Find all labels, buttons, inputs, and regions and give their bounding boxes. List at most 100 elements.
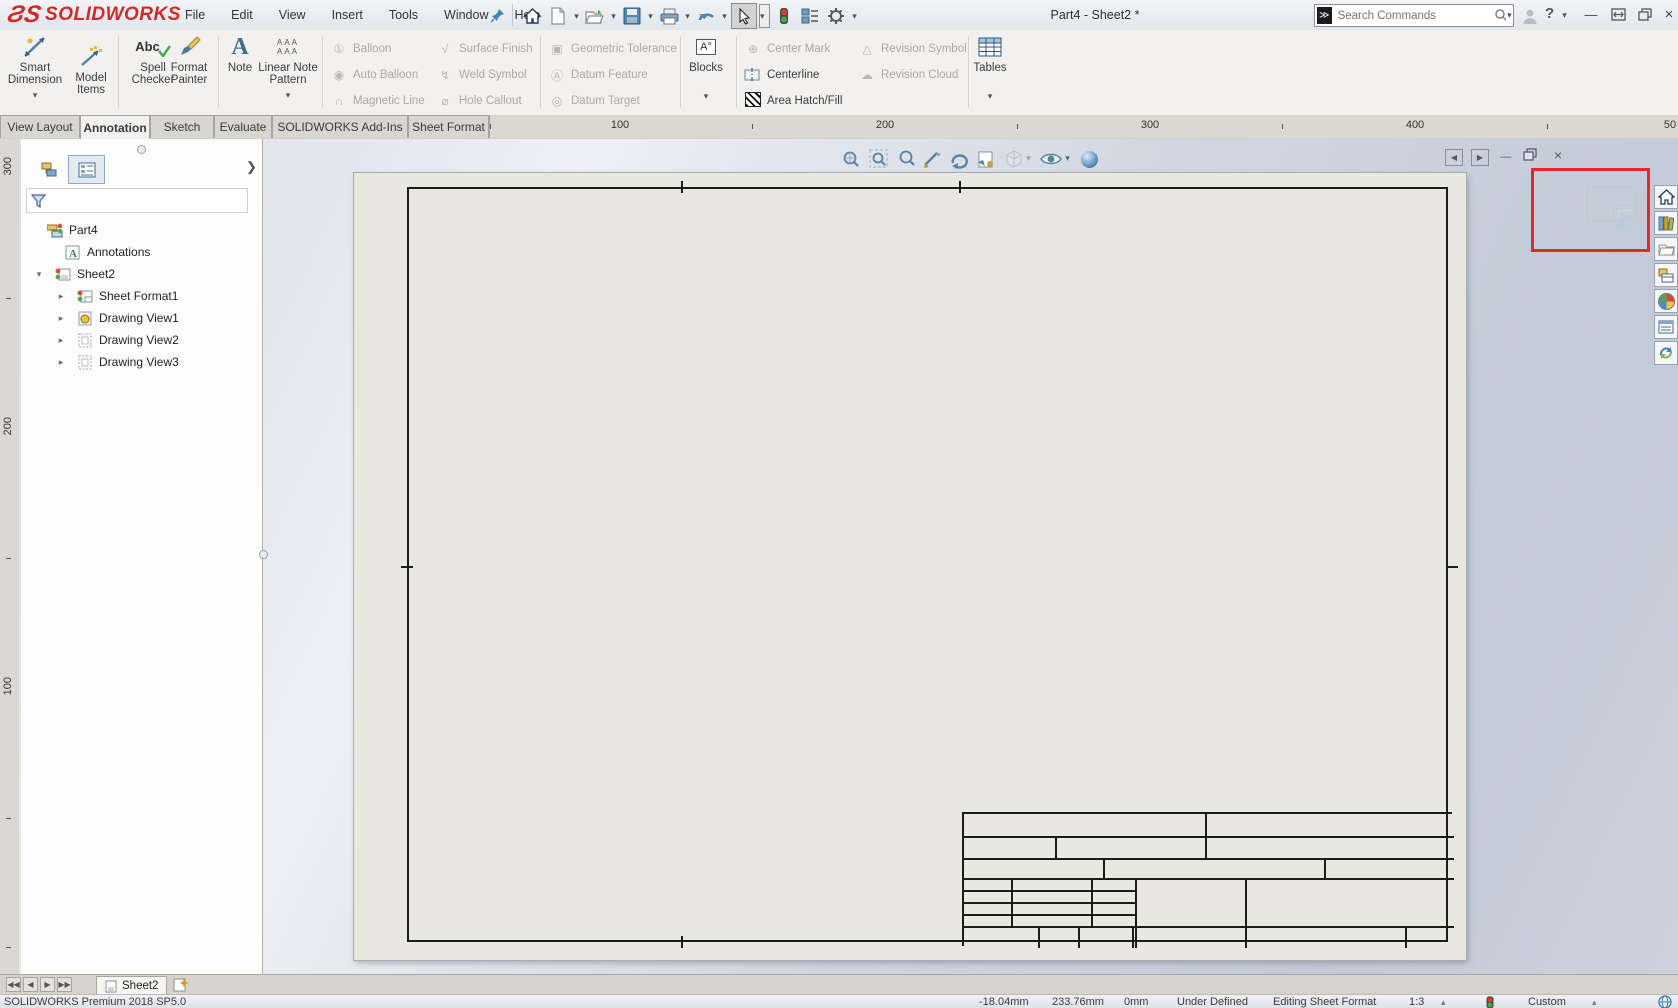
first-sheet-button[interactable]: ◀◀ [6, 977, 21, 992]
open-button[interactable] [583, 4, 607, 28]
sheet-tab-sheet2[interactable]: Sheet2 [96, 976, 167, 995]
tree-item-sheet-format1[interactable]: ▸ Sheet Format1 [55, 286, 178, 306]
tree-item-sheet2[interactable]: ▾ Sheet2 [33, 264, 115, 284]
help-icon[interactable]: ? [1545, 5, 1554, 22]
tree-item-drawing-view2[interactable]: ▸ Drawing View2 [55, 330, 179, 350]
file-properties-button[interactable] [798, 4, 822, 28]
window-close-button[interactable]: × [1656, 2, 1678, 26]
tab-sketch[interactable]: Sketch [150, 115, 214, 138]
expand-arrow-icon[interactable]: ▸ [55, 291, 67, 302]
menu-view[interactable]: View [266, 8, 319, 22]
print-button[interactable] [657, 4, 681, 28]
user-account-icon[interactable] [1518, 4, 1542, 28]
model-items-button[interactable]: Model Items [62, 44, 120, 96]
tables-button[interactable]: Tables ▾ [962, 34, 1018, 102]
expand-arrow-icon[interactable]: ▸ [55, 313, 67, 324]
undo-dropdown[interactable]: ▾ [720, 11, 729, 22]
tab-solidworks-add-ins[interactable]: SOLIDWORKS Add-Ins [272, 115, 408, 138]
view-settings-icon[interactable] [1077, 148, 1101, 170]
appearances-icon[interactable] [1654, 289, 1678, 313]
configuration-label[interactable]: Custom [1528, 995, 1566, 1008]
scale-popup-arrow[interactable]: ▴ [1441, 995, 1446, 1008]
tab-annotation[interactable]: Annotation [80, 115, 150, 139]
custom-properties-icon[interactable] [1654, 315, 1678, 339]
featuremanager-tree-tab[interactable] [31, 155, 68, 184]
menu-insert[interactable]: Insert [319, 8, 376, 22]
rotate-view-icon[interactable] [947, 148, 971, 170]
save-button[interactable] [620, 4, 644, 28]
open-dropdown[interactable]: ▾ [609, 11, 618, 22]
menu-file[interactable]: File [172, 8, 218, 22]
menu-tools[interactable]: Tools [376, 8, 431, 22]
tree-item-annotations[interactable]: A Annotations [65, 242, 150, 262]
zoom-icon[interactable] [895, 148, 919, 170]
save-dropdown[interactable]: ▾ [646, 11, 655, 22]
title-block[interactable] [962, 812, 1452, 946]
hide-show-dropdown[interactable]: ▾ [1063, 153, 1072, 164]
tree-filter-box[interactable] [26, 188, 248, 213]
help-dropdown[interactable]: ▾ [1560, 10, 1569, 21]
linear-note-pattern-dropdown[interactable]: ▾ [284, 89, 293, 101]
previous-window-icon[interactable]: ◀ [1445, 149, 1463, 166]
print-dropdown[interactable]: ▾ [683, 11, 692, 22]
child-restore-icon[interactable] [1523, 148, 1537, 161]
sheet-scale-label[interactable]: 1:3 [1409, 995, 1424, 1008]
view-palette-icon[interactable] [1654, 263, 1678, 287]
blocks-button[interactable]: A° Blocks ▾ [678, 34, 734, 102]
design-library-icon[interactable] [1654, 211, 1678, 235]
hide-show-items-icon[interactable] [1039, 148, 1063, 170]
options-gear-icon[interactable] [824, 4, 848, 28]
smart-dimension-dropdown[interactable]: ▾ [31, 89, 40, 101]
file-explorer-icon[interactable] [1654, 237, 1678, 261]
window-minimize-button[interactable]: — [1578, 2, 1604, 26]
tables-dropdown[interactable]: ▾ [986, 90, 995, 102]
select-tool-dropdown[interactable]: ▾ [759, 4, 770, 28]
add-sheet-button[interactable] [172, 977, 190, 993]
search-input[interactable] [1336, 9, 1494, 23]
zoom-to-fit-icon[interactable] [839, 148, 863, 170]
drawing-sheet[interactable] [354, 173, 1466, 960]
select-tool-button[interactable] [731, 3, 757, 29]
smart-dimension-button[interactable]: Smart Dimension ▾ [6, 34, 64, 101]
child-close-icon[interactable]: × [1549, 147, 1567, 163]
display-style-dropdown[interactable]: ▾ [1024, 153, 1033, 164]
window-restore-button[interactable] [1632, 2, 1658, 26]
tab-view-layout[interactable]: View Layout [0, 115, 80, 138]
new-document-button[interactable] [546, 4, 570, 28]
collapse-arrow-icon[interactable]: ▾ [33, 269, 45, 280]
child-minimize-icon[interactable]: — [1497, 149, 1515, 164]
solidworks-forum-icon[interactable] [1654, 341, 1678, 365]
menu-edit[interactable]: Edit [218, 8, 266, 22]
tab-sheet-format[interactable]: Sheet Format [408, 115, 489, 138]
graphics-area[interactable]: ▾ ▾ ◀ ▶ — × [19, 139, 1678, 974]
last-sheet-button[interactable]: ▶▶ [57, 977, 72, 992]
panel-splitter-handle[interactable] [259, 550, 268, 559]
expand-arrow-icon[interactable]: ▸ [55, 357, 67, 368]
pin-menu-icon[interactable] [486, 3, 510, 27]
next-window-icon[interactable]: ▶ [1471, 149, 1489, 166]
tree-item-part4[interactable]: Part4 [47, 220, 98, 240]
search-commands-box[interactable]: ≫ ▾ [1314, 4, 1514, 27]
expand-arrow-icon[interactable]: ▸ [55, 335, 67, 346]
search-icon[interactable] [1494, 8, 1506, 23]
tree-item-drawing-view3[interactable]: ▸ Drawing View3 [55, 352, 179, 372]
property-manager-tab[interactable] [68, 155, 105, 184]
centerline-button[interactable]: Centerline [744, 66, 819, 84]
options-dropdown[interactable]: ▾ [850, 11, 859, 22]
window-expand-button[interactable] [1605, 2, 1631, 26]
3d-drawing-view-icon[interactable] [921, 148, 945, 170]
configuration-popup-arrow[interactable]: ▴ [1592, 995, 1597, 1008]
tree-item-drawing-view1[interactable]: ▸ Drawing View1 [55, 308, 179, 328]
new-document-dropdown[interactable]: ▾ [572, 11, 581, 22]
tab-evaluate[interactable]: Evaluate [214, 115, 272, 138]
linear-note-pattern-button[interactable]: AAAAAA Linear Note Pattern ▾ [252, 34, 324, 101]
previous-sheet-button[interactable]: ◀ [23, 977, 38, 992]
format-painter-button[interactable]: Format Painter [160, 34, 218, 86]
panel-drag-handle[interactable] [137, 145, 146, 154]
home-button[interactable] [520, 4, 544, 28]
panel-expand-arrow[interactable]: ❯ [246, 159, 257, 175]
search-dropdown[interactable]: ▾ [1506, 10, 1513, 21]
web-help-globe-icon[interactable] [1658, 995, 1672, 1008]
zoom-to-area-icon[interactable] [867, 148, 891, 170]
sheet-properties-icon[interactable] [974, 148, 998, 170]
